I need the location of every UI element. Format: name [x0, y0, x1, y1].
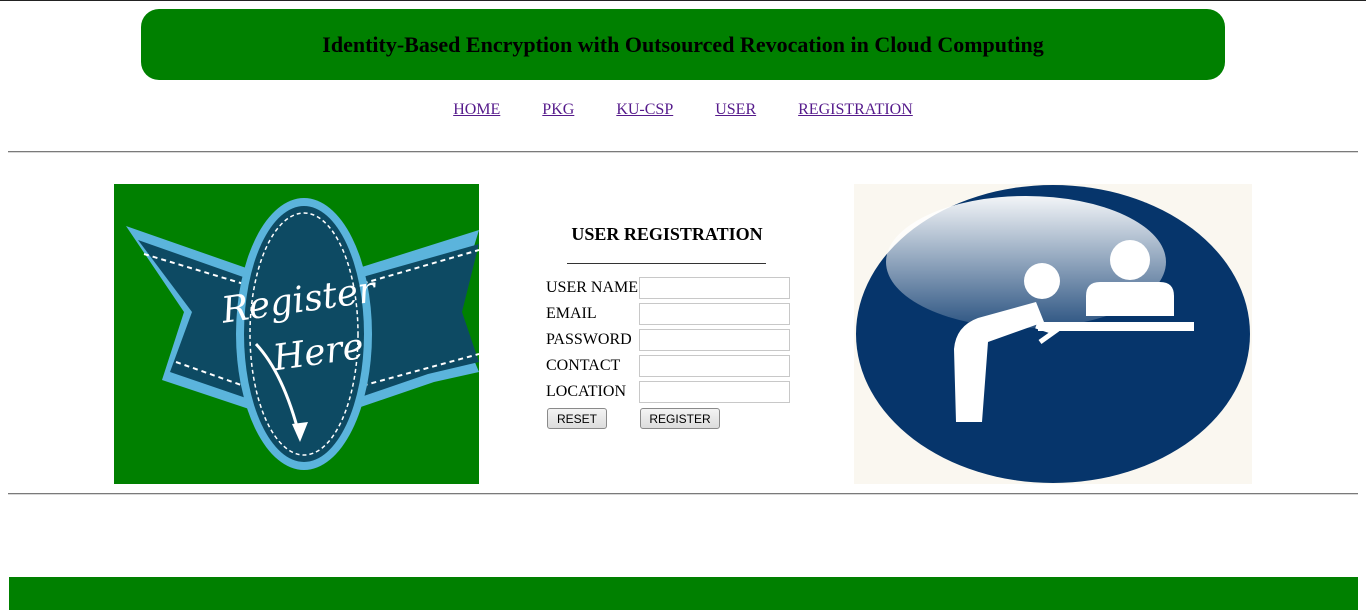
footer-bar	[9, 577, 1358, 610]
divider-bottom	[8, 493, 1358, 495]
top-border	[0, 0, 1366, 1]
nav-link-registration[interactable]: REGISTRATION	[798, 101, 913, 118]
main-nav: HOME PKG KU-CSP USER REGISTRATION	[0, 101, 1366, 119]
title-banner: Identity-Based Encryption with Outsource…	[141, 9, 1225, 80]
username-input[interactable]	[639, 277, 790, 299]
form-title-underline	[567, 263, 766, 264]
user-desk-image	[854, 184, 1252, 484]
form-row-location: LOCATION	[546, 381, 796, 403]
form-row-email: EMAIL	[546, 303, 796, 325]
password-input[interactable]	[639, 329, 790, 351]
nav-link-home[interactable]: HOME	[453, 101, 500, 118]
register-badge-icon: Register Here	[126, 198, 479, 470]
nav-link-ku-csp[interactable]: KU-CSP	[616, 101, 673, 118]
form-row-contact: CONTACT	[546, 355, 796, 377]
nav-link-pkg[interactable]: PKG	[542, 101, 574, 118]
register-here-image: Register Here	[114, 184, 479, 484]
form-row-username: USER NAME	[546, 277, 796, 299]
reset-button[interactable]: RESET	[547, 408, 607, 429]
contact-input[interactable]	[639, 355, 790, 377]
location-input[interactable]	[639, 381, 790, 403]
email-label: EMAIL	[546, 305, 597, 322]
register-button[interactable]: REGISTER	[640, 408, 720, 429]
page-title: Identity-Based Encryption with Outsource…	[322, 31, 1044, 57]
password-label: PASSWORD	[546, 331, 632, 348]
divider-top	[8, 151, 1358, 153]
form-title: USER REGISTRATION	[571, 224, 763, 244]
form-row-password: PASSWORD	[546, 329, 796, 351]
username-label: USER NAME	[546, 279, 639, 296]
nav-link-user[interactable]: USER	[715, 101, 756, 118]
contact-label: CONTACT	[546, 357, 621, 374]
email-input[interactable]	[639, 303, 790, 325]
user-service-desk-icon	[856, 185, 1250, 483]
location-label: LOCATION	[546, 383, 626, 400]
